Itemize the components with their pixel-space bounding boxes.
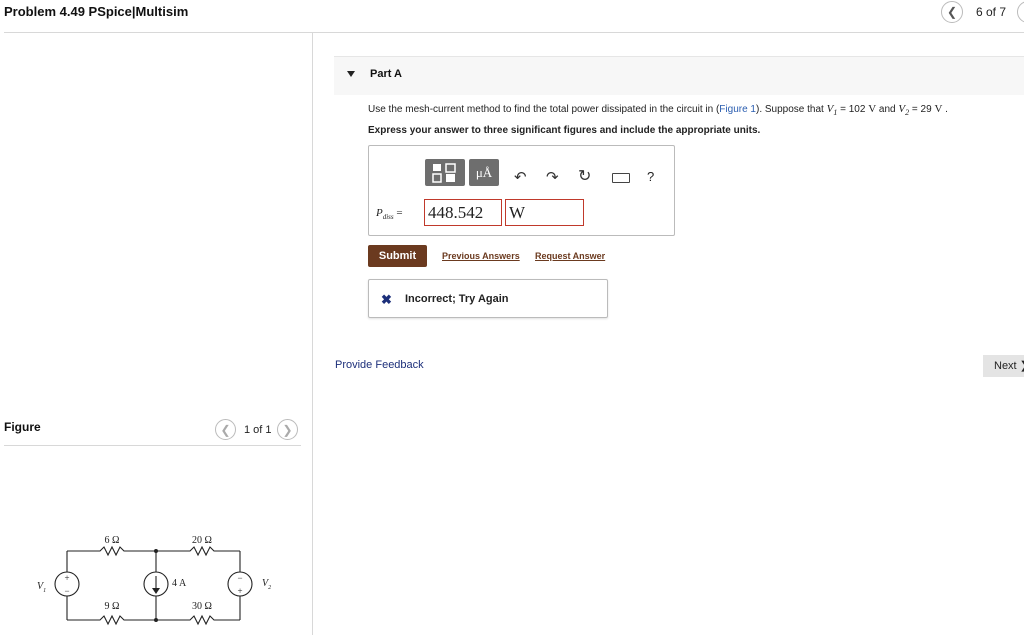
chevron-left-icon: ❮ <box>946 5 958 19</box>
redo-icon[interactable]: ↷ <box>546 168 559 186</box>
figure-divider <box>4 445 301 446</box>
instruction-text: Express your answer to three significant… <box>368 125 761 136</box>
question-text: Use the mesh-current method to find the … <box>368 103 948 117</box>
previous-problem-button[interactable]: ❮ <box>941 1 963 23</box>
pane-divider <box>312 33 313 635</box>
v2-label: V2 <box>262 578 271 591</box>
svg-text:+: + <box>237 586 242 596</box>
previous-answers-link[interactable]: Previous Answers <box>442 251 520 261</box>
v1-label: V1 <box>37 581 46 594</box>
circuit-diagram: + − − + 6 Ω 20 Ω 9 Ω 30 Ω 4 A V1 V2 <box>37 535 271 626</box>
submit-button[interactable]: Submit <box>368 245 427 267</box>
figure-prev-button[interactable]: ❮ <box>215 419 236 440</box>
figure-next-button[interactable]: ❯ <box>277 419 298 440</box>
answer-value-field[interactable]: 448.542 <box>424 199 502 226</box>
help-button[interactable]: ? <box>647 169 654 184</box>
collapse-triangle-icon[interactable] <box>347 71 355 77</box>
problem-title: Problem 4.49 PSpice|Multisim <box>4 4 189 19</box>
svg-text:−: − <box>64 586 69 596</box>
keyboard-icon[interactable] <box>612 173 630 183</box>
templates-button[interactable] <box>425 159 465 186</box>
current-source-label: 4 A <box>172 578 187 589</box>
figure-title: Figure <box>4 420 41 434</box>
chevron-right-icon: ❯ <box>282 422 293 437</box>
templates-icon <box>432 163 456 183</box>
problem-pagination: 6 of 7 <box>976 5 1007 19</box>
x-icon: ✖ <box>381 292 392 307</box>
request-answer-link[interactable]: Request Answer <box>535 251 605 261</box>
feedback-text: Incorrect; Try Again <box>405 293 509 305</box>
answer-unit-field[interactable]: W <box>505 199 584 226</box>
reset-icon[interactable]: ↻ <box>578 166 591 186</box>
next-button[interactable]: Next ❯ <box>983 355 1024 377</box>
resistor-label-9: 9 Ω <box>105 601 120 612</box>
figure-link[interactable]: Figure 1 <box>719 104 756 115</box>
svg-text:+: + <box>64 573 69 583</box>
svg-text:−: − <box>237 573 242 583</box>
provide-feedback-link[interactable]: Provide Feedback <box>335 359 424 371</box>
units-button[interactable]: μÅ <box>469 159 499 186</box>
resistor-label-20: 20 Ω <box>192 535 212 546</box>
answer-label: Pdiss = <box>376 207 403 222</box>
undo-icon[interactable]: ↶ <box>514 168 527 186</box>
next-problem-button[interactable]: ❯ <box>1017 1 1024 23</box>
part-a-header[interactable] <box>334 56 1024 95</box>
resistor-label-6: 6 Ω <box>105 535 120 546</box>
figure-pagination: 1 of 1 <box>244 424 272 436</box>
chevron-left-icon: ❮ <box>220 422 231 437</box>
part-a-label[interactable]: Part A <box>370 68 402 80</box>
header-divider <box>4 32 1024 33</box>
resistor-label-30: 30 Ω <box>192 601 212 612</box>
